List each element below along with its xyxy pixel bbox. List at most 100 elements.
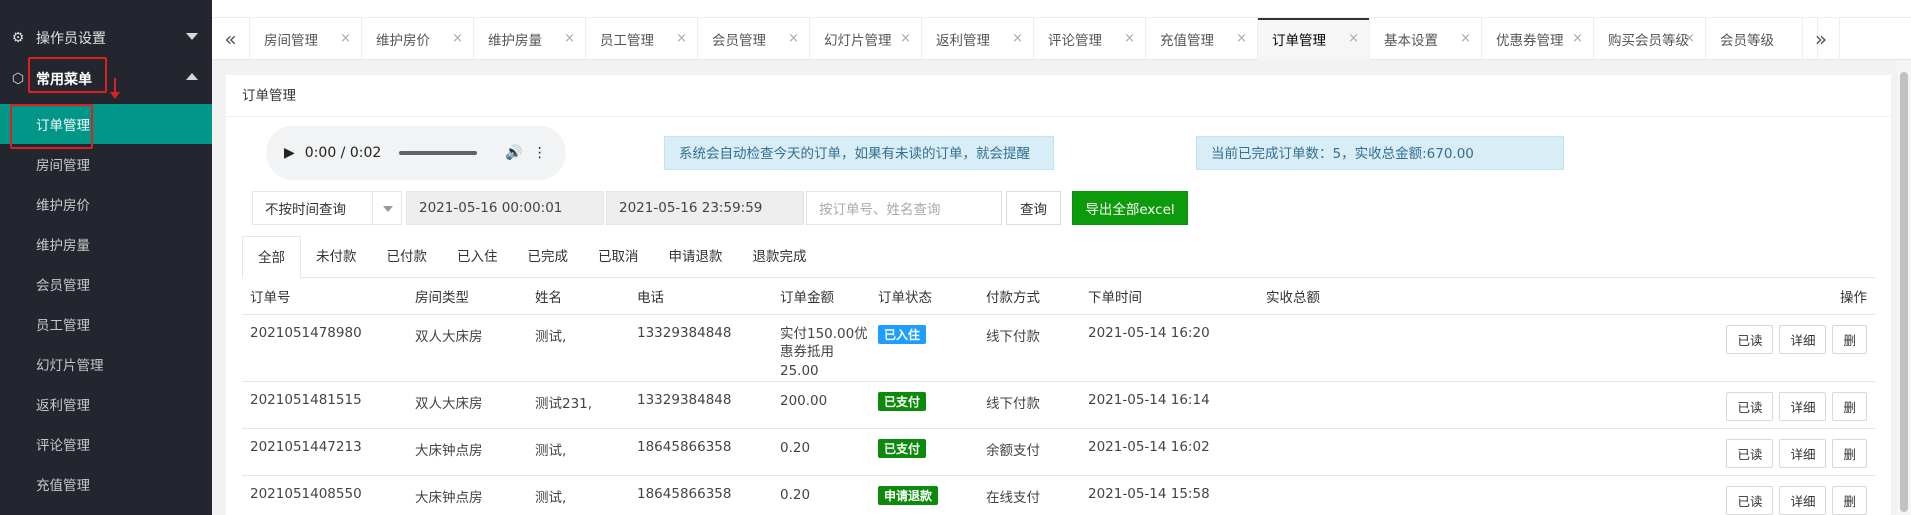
detail-button[interactable]: 详细 — [1779, 392, 1827, 422]
tab-6[interactable]: 返利管理 × — [922, 18, 1034, 60]
mark-read-button[interactable]: 已读 — [1726, 439, 1774, 469]
sidebar-item-orders[interactable]: 订单管理 — [0, 104, 212, 144]
close-icon[interactable]: × — [564, 31, 575, 46]
actions-cell: 已读 详细删 — [1448, 381, 1875, 429]
volume-icon[interactable]: 🔊 — [505, 145, 522, 161]
tab-0[interactable]: 房间管理 × — [250, 18, 362, 60]
column-header: 电话 — [637, 289, 664, 306]
tab-9[interactable]: 订单管理 × — [1258, 18, 1370, 60]
tabs-prev-button[interactable]: « — [212, 18, 250, 60]
close-icon[interactable]: × — [676, 31, 687, 46]
close-icon[interactable]: × — [1348, 31, 1359, 46]
time-mode-select[interactable]: 不按时间查询 — [252, 191, 402, 225]
status-tab-1[interactable]: 未付款 — [301, 236, 372, 278]
search-input[interactable]: 按订单号、姓名查询 — [806, 191, 1002, 225]
sidebar-item-label: 会员管理 — [36, 278, 90, 294]
tab-label: 员工管理 — [600, 33, 654, 49]
close-icon[interactable]: × — [452, 31, 463, 46]
sidebar-item-slides[interactable]: 幻灯片管理 — [0, 344, 212, 384]
tab-3[interactable]: 员工管理 × — [586, 18, 698, 60]
cell-pay: 线下付款 — [978, 313, 1080, 382]
scrollbar[interactable] — [1897, 60, 1911, 515]
tabs-menu-button[interactable] — [1840, 18, 1878, 60]
end-date-input[interactable]: 2021-05-16 23:59:59 — [606, 191, 804, 225]
audio-progress[interactable] — [399, 151, 478, 155]
detail-button[interactable]: 详细 — [1779, 324, 1827, 354]
tab-4[interactable]: 会员管理 × — [698, 18, 810, 60]
sidebar-item-staff[interactable]: 员工管理 — [0, 304, 212, 344]
tab-11[interactable]: 优惠券管理 × — [1482, 18, 1594, 60]
close-icon[interactable]: × — [900, 31, 911, 46]
status-tab-4[interactable]: 已完成 — [513, 236, 584, 278]
tab-1[interactable]: 维护房价 × — [362, 18, 474, 60]
detail-button[interactable]: 详细 — [1779, 439, 1827, 469]
cell-amount: 实付150.00优惠券抵用25.00 — [772, 313, 870, 382]
delete-button[interactable]: 删 — [1832, 439, 1867, 469]
cell-time: 2021-05-14 16:14 — [1080, 381, 1258, 429]
cell-total — [1258, 313, 1448, 382]
close-icon[interactable]: × — [1236, 31, 1247, 46]
sidebar-item-members[interactable]: 会员管理 — [0, 264, 212, 304]
cell-id: 2021051478980 — [242, 313, 407, 382]
close-icon[interactable]: × — [1124, 31, 1135, 46]
sidebar-item-room-quantity[interactable]: 维护房量 — [0, 224, 212, 264]
play-icon[interactable]: ▶ — [284, 145, 295, 161]
sidebar-item-rebates[interactable]: 返利管理 — [0, 384, 212, 424]
close-icon[interactable]: × — [1460, 31, 1471, 46]
mark-read-button[interactable]: 已读 — [1726, 324, 1774, 354]
actions-cell: 已读 详细删 — [1448, 313, 1875, 382]
tab-label: 充值管理 — [1160, 33, 1214, 49]
column-header: 订单状态 — [878, 289, 932, 306]
tab-8[interactable]: 充值管理 × — [1146, 18, 1258, 60]
close-icon[interactable]: × — [340, 31, 351, 46]
cell-phone: 13329384848 — [629, 313, 772, 382]
tabs-next-button[interactable]: » — [1802, 18, 1840, 60]
tab-5[interactable]: 幻灯片管理 × — [810, 18, 922, 60]
double-chevron-right-icon: » — [1814, 27, 1828, 51]
audio-player[interactable]: ▶ 0:00 / 0:02 🔊 ⋮ — [266, 126, 566, 180]
export-excel-button[interactable]: 导出全部excel — [1072, 191, 1188, 225]
delete-button[interactable]: 删 — [1832, 324, 1867, 354]
status-badge: 已支付 — [878, 439, 927, 459]
more-icon[interactable]: ⋮ — [533, 145, 547, 161]
tab-12[interactable]: 购买会员等级 × — [1594, 18, 1706, 60]
status-tab-0[interactable]: 全部 — [242, 236, 301, 279]
sidebar-item-rooms[interactable]: 房间管理 — [0, 144, 212, 184]
status-tab-5[interactable]: 已取消 — [583, 236, 654, 278]
start-date-input[interactable]: 2021-05-16 00:00:01 — [406, 191, 604, 225]
close-icon[interactable]: × — [788, 31, 799, 46]
cell-pay: 在线支付 — [978, 475, 1080, 515]
main-card: 订单管理 ▶ 0:00 / 0:02 🔊 ⋮ 系统会自动检查今天的订单，如果有未… — [226, 75, 1891, 515]
delete-button[interactable]: 删 — [1832, 392, 1867, 422]
sidebar-item-recharge[interactable]: 充值管理 — [0, 464, 212, 504]
mark-read-button[interactable]: 已读 — [1726, 392, 1774, 422]
column-header: 订单金额 — [780, 289, 834, 306]
status-tab-2[interactable]: 已付款 — [372, 236, 443, 278]
cell-pay: 线下付款 — [978, 381, 1080, 429]
status-cell: 已支付 — [870, 428, 978, 476]
query-button[interactable]: 查询 — [1006, 191, 1061, 225]
sidebar-item-reviews[interactable]: 评论管理 — [0, 424, 212, 464]
close-icon[interactable]: × — [1012, 31, 1023, 46]
close-icon[interactable]: × — [1572, 31, 1583, 46]
delete-button[interactable]: 删 — [1832, 486, 1867, 515]
sidebar-item-room-price[interactable]: 维护房价 — [0, 184, 212, 224]
status-tab-6[interactable]: 申请退款 — [654, 236, 738, 278]
status-tab-7[interactable]: 退款完成 — [738, 236, 822, 278]
tab-7[interactable]: 评论管理 × — [1034, 18, 1146, 60]
detail-button[interactable]: 详细 — [1779, 486, 1827, 515]
scrollbar-thumb[interactable] — [1900, 72, 1908, 512]
cell-pay: 余额支付 — [978, 428, 1080, 476]
sidebar-item-label: 幻灯片管理 — [36, 358, 104, 374]
table-header: 订单号 房间类型 姓名 电话 订单金额 订单状态 付款方式 下单时间 实收总额 操作 — [242, 278, 1875, 314]
tab-2[interactable]: 维护房量 × — [474, 18, 586, 60]
close-icon[interactable]: × — [1684, 31, 1695, 46]
sidebar-group-common-menu[interactable]: ⬡ 常用菜单 — [0, 59, 212, 99]
status-tab-3[interactable]: 已入住 — [442, 236, 513, 278]
sidebar-group-operator-settings[interactable]: ⚙ 操作员设置 — [0, 18, 212, 58]
cell-name: 测试231, — [527, 381, 629, 429]
cell-total — [1258, 475, 1448, 515]
tab-10[interactable]: 基本设置 × — [1370, 18, 1482, 60]
sidebar-group-label: 常用菜单 — [36, 72, 92, 88]
mark-read-button[interactable]: 已读 — [1726, 486, 1774, 515]
